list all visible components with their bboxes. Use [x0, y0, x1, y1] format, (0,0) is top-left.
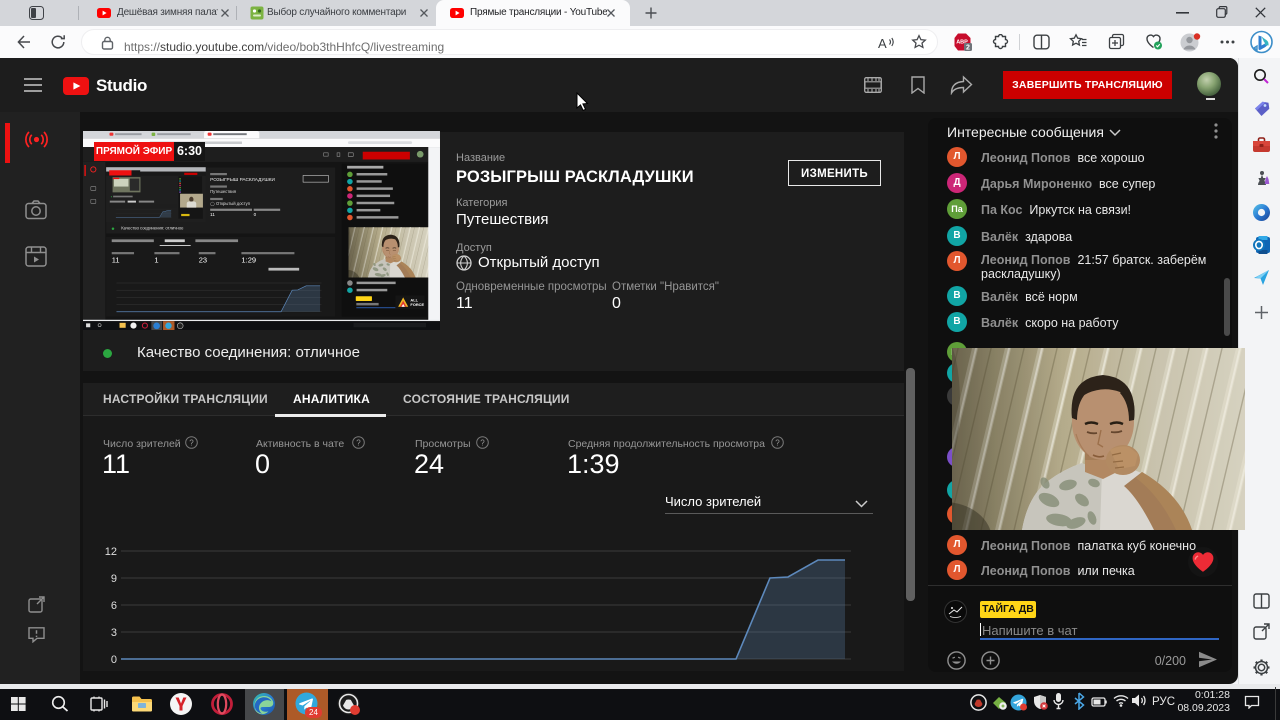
svg-text:9: 9	[111, 573, 117, 585]
svg-text:?: ?	[356, 438, 361, 447]
svg-text:?: ?	[775, 438, 780, 447]
svg-text:6: 6	[111, 600, 117, 612]
svg-text:3: 3	[111, 627, 117, 639]
svg-text:?: ?	[480, 438, 485, 447]
svg-text:A: A	[878, 36, 887, 51]
svg-text:12: 12	[105, 546, 117, 558]
svg-text:?: ?	[189, 438, 194, 447]
svg-text:2: 2	[966, 44, 970, 51]
svg-text:0: 0	[111, 654, 117, 666]
